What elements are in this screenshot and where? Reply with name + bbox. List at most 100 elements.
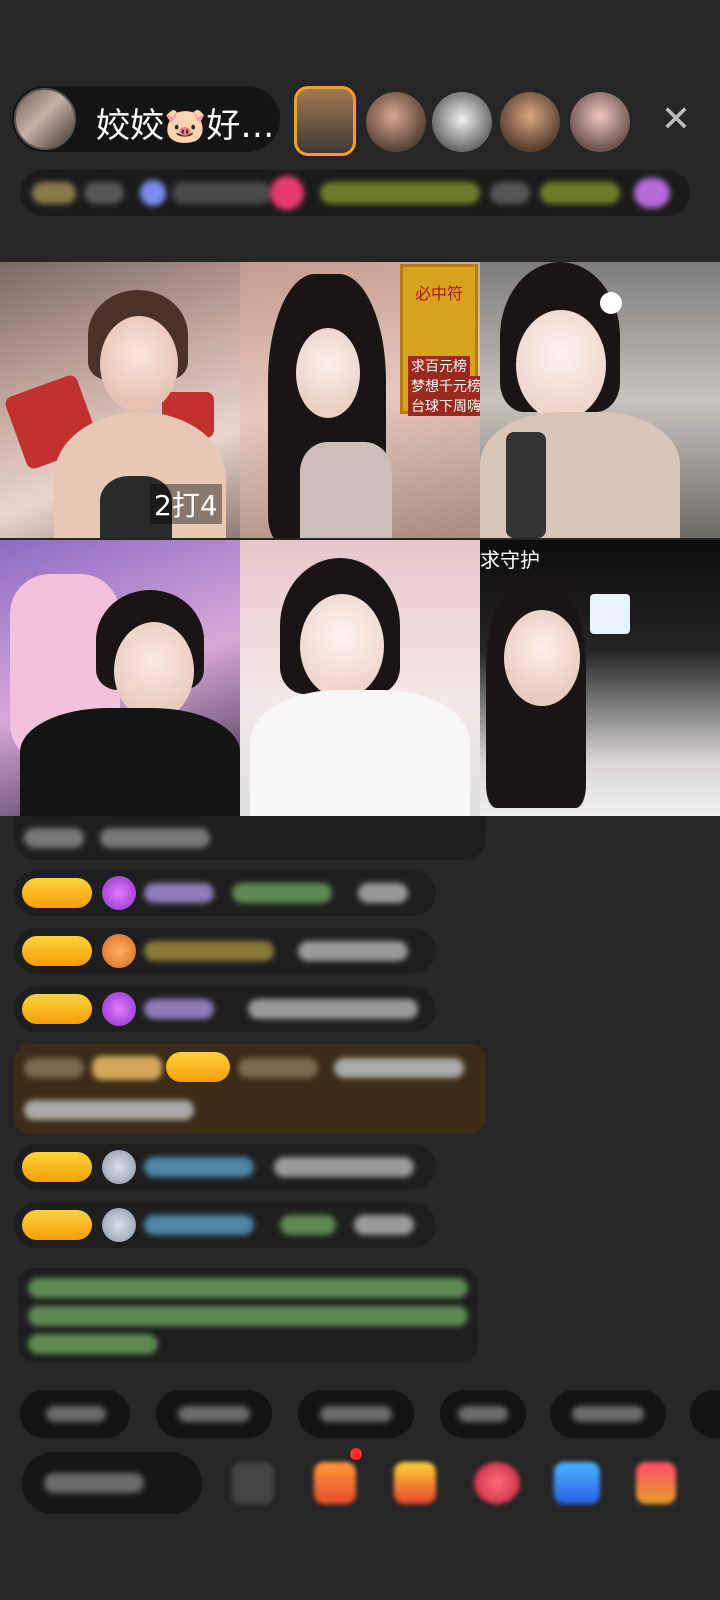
notice-text <box>28 1306 468 1326</box>
room-info-bar[interactable] <box>20 170 690 216</box>
chat-text <box>298 941 408 961</box>
heart-icon[interactable] <box>474 1462 520 1504</box>
quick-reply-label <box>572 1406 644 1422</box>
chat-message <box>14 928 436 974</box>
top-viewer-avatar-1[interactable] <box>294 86 356 156</box>
ring-light <box>600 292 622 314</box>
chat-text <box>92 1056 162 1080</box>
info-chip <box>540 182 620 204</box>
quick-reply-button-3[interactable] <box>298 1390 414 1438</box>
share-icon[interactable] <box>554 1462 600 1504</box>
video-tile-1[interactable]: 2打4 <box>0 262 240 538</box>
chat-text <box>100 828 210 848</box>
info-chip <box>172 182 272 204</box>
chat-text <box>354 1215 414 1235</box>
host-name: 姣姣🐷好… <box>96 106 275 146</box>
quick-reply-button-4[interactable] <box>440 1390 526 1438</box>
info-chip <box>320 182 480 204</box>
banner-line: 求百元榜 <box>408 356 470 376</box>
video-tile-2[interactable]: 必中符 求百元榜 梦想千元榜 台球下周嗨 <box>240 262 480 538</box>
chat-input-placeholder <box>44 1473 144 1493</box>
gift-icon[interactable] <box>636 1462 676 1504</box>
quick-reply-label <box>320 1406 392 1422</box>
video-tile-3[interactable] <box>480 262 720 538</box>
microphone <box>506 432 546 538</box>
face <box>516 310 606 420</box>
chat-text <box>24 1100 194 1120</box>
chat-text <box>144 999 214 1019</box>
top-garment <box>300 442 392 538</box>
level-badge <box>166 1052 230 1082</box>
info-chip <box>140 180 166 206</box>
info-chip <box>490 182 530 204</box>
quick-reply-label <box>46 1406 106 1422</box>
top-viewer-avatar-2[interactable] <box>366 92 426 152</box>
chat-text <box>238 1058 318 1078</box>
chat-text <box>24 1058 84 1078</box>
badge-icon <box>102 934 136 968</box>
light-panel <box>590 594 630 634</box>
chat-message <box>14 1144 436 1190</box>
banner-title: 必中符 <box>414 284 463 303</box>
quick-reply-button-2[interactable] <box>156 1390 272 1438</box>
top-viewer-avatar-5[interactable] <box>570 92 630 152</box>
chat-message <box>14 986 436 1032</box>
quick-reply-button-6[interactable] <box>690 1390 720 1438</box>
banner-line: 台球下周嗨 <box>408 396 480 416</box>
face <box>504 610 580 706</box>
level-badge <box>22 1152 92 1182</box>
menu-icon[interactable] <box>232 1462 274 1504</box>
guard-request-label: 求守护 <box>480 548 540 572</box>
host-avatar[interactable] <box>14 88 76 150</box>
level-badge <box>22 936 92 966</box>
info-chip <box>634 178 670 208</box>
gift-box-icon[interactable] <box>314 1462 356 1504</box>
chat-message <box>14 816 486 860</box>
face <box>300 594 384 698</box>
video-tile-6[interactable]: 求守护 <box>480 540 720 816</box>
face <box>296 328 360 418</box>
notification-dot <box>350 1448 362 1460</box>
close-icon[interactable]: ✕ <box>656 100 696 140</box>
chat-text <box>232 883 332 903</box>
level-badge <box>22 1210 92 1240</box>
top-viewer-avatar-3[interactable] <box>432 92 492 152</box>
chat-text <box>24 828 84 848</box>
system-notice <box>18 1268 478 1362</box>
face <box>114 622 194 720</box>
badge-icon <box>102 1208 136 1242</box>
chat-message <box>14 1202 436 1248</box>
chat-text <box>280 1215 336 1235</box>
chat-text <box>334 1058 464 1078</box>
chat-text <box>248 999 418 1019</box>
notice-text <box>28 1334 158 1354</box>
chat-text <box>144 1215 254 1235</box>
video-tile-5[interactable] <box>240 540 480 816</box>
quick-reply-button-1[interactable] <box>20 1390 130 1438</box>
gem-icon <box>102 992 136 1026</box>
chat-text <box>144 941 274 961</box>
highlighted-chat-message <box>14 1044 486 1134</box>
chat-input[interactable] <box>22 1452 202 1514</box>
top-viewer-avatar-4[interactable] <box>500 92 560 152</box>
gem-icon <box>102 876 136 910</box>
treasure-icon[interactable] <box>394 1462 436 1504</box>
badge-icon <box>102 1150 136 1184</box>
top-garment <box>20 708 240 816</box>
face <box>100 316 178 412</box>
info-chip <box>270 176 304 210</box>
banner-line: 梦想千元榜 <box>408 376 480 396</box>
chat-text <box>144 883 214 903</box>
quick-reply-label <box>178 1406 250 1422</box>
top-garment <box>250 690 470 816</box>
video-tile-4[interactable] <box>0 540 240 816</box>
chat-text <box>144 1157 254 1177</box>
chat-text <box>274 1157 414 1177</box>
multi-guest-video-grid: 2打4 必中符 求百元榜 梦想千元榜 台球下周嗨 求守护 <box>0 262 720 816</box>
quick-reply-button-5[interactable] <box>550 1390 666 1438</box>
chat-text <box>358 883 408 903</box>
level-badge <box>22 994 92 1024</box>
level-badge <box>22 878 92 908</box>
battle-badge: 2打4 <box>150 484 222 524</box>
quick-reply-label <box>458 1406 508 1422</box>
